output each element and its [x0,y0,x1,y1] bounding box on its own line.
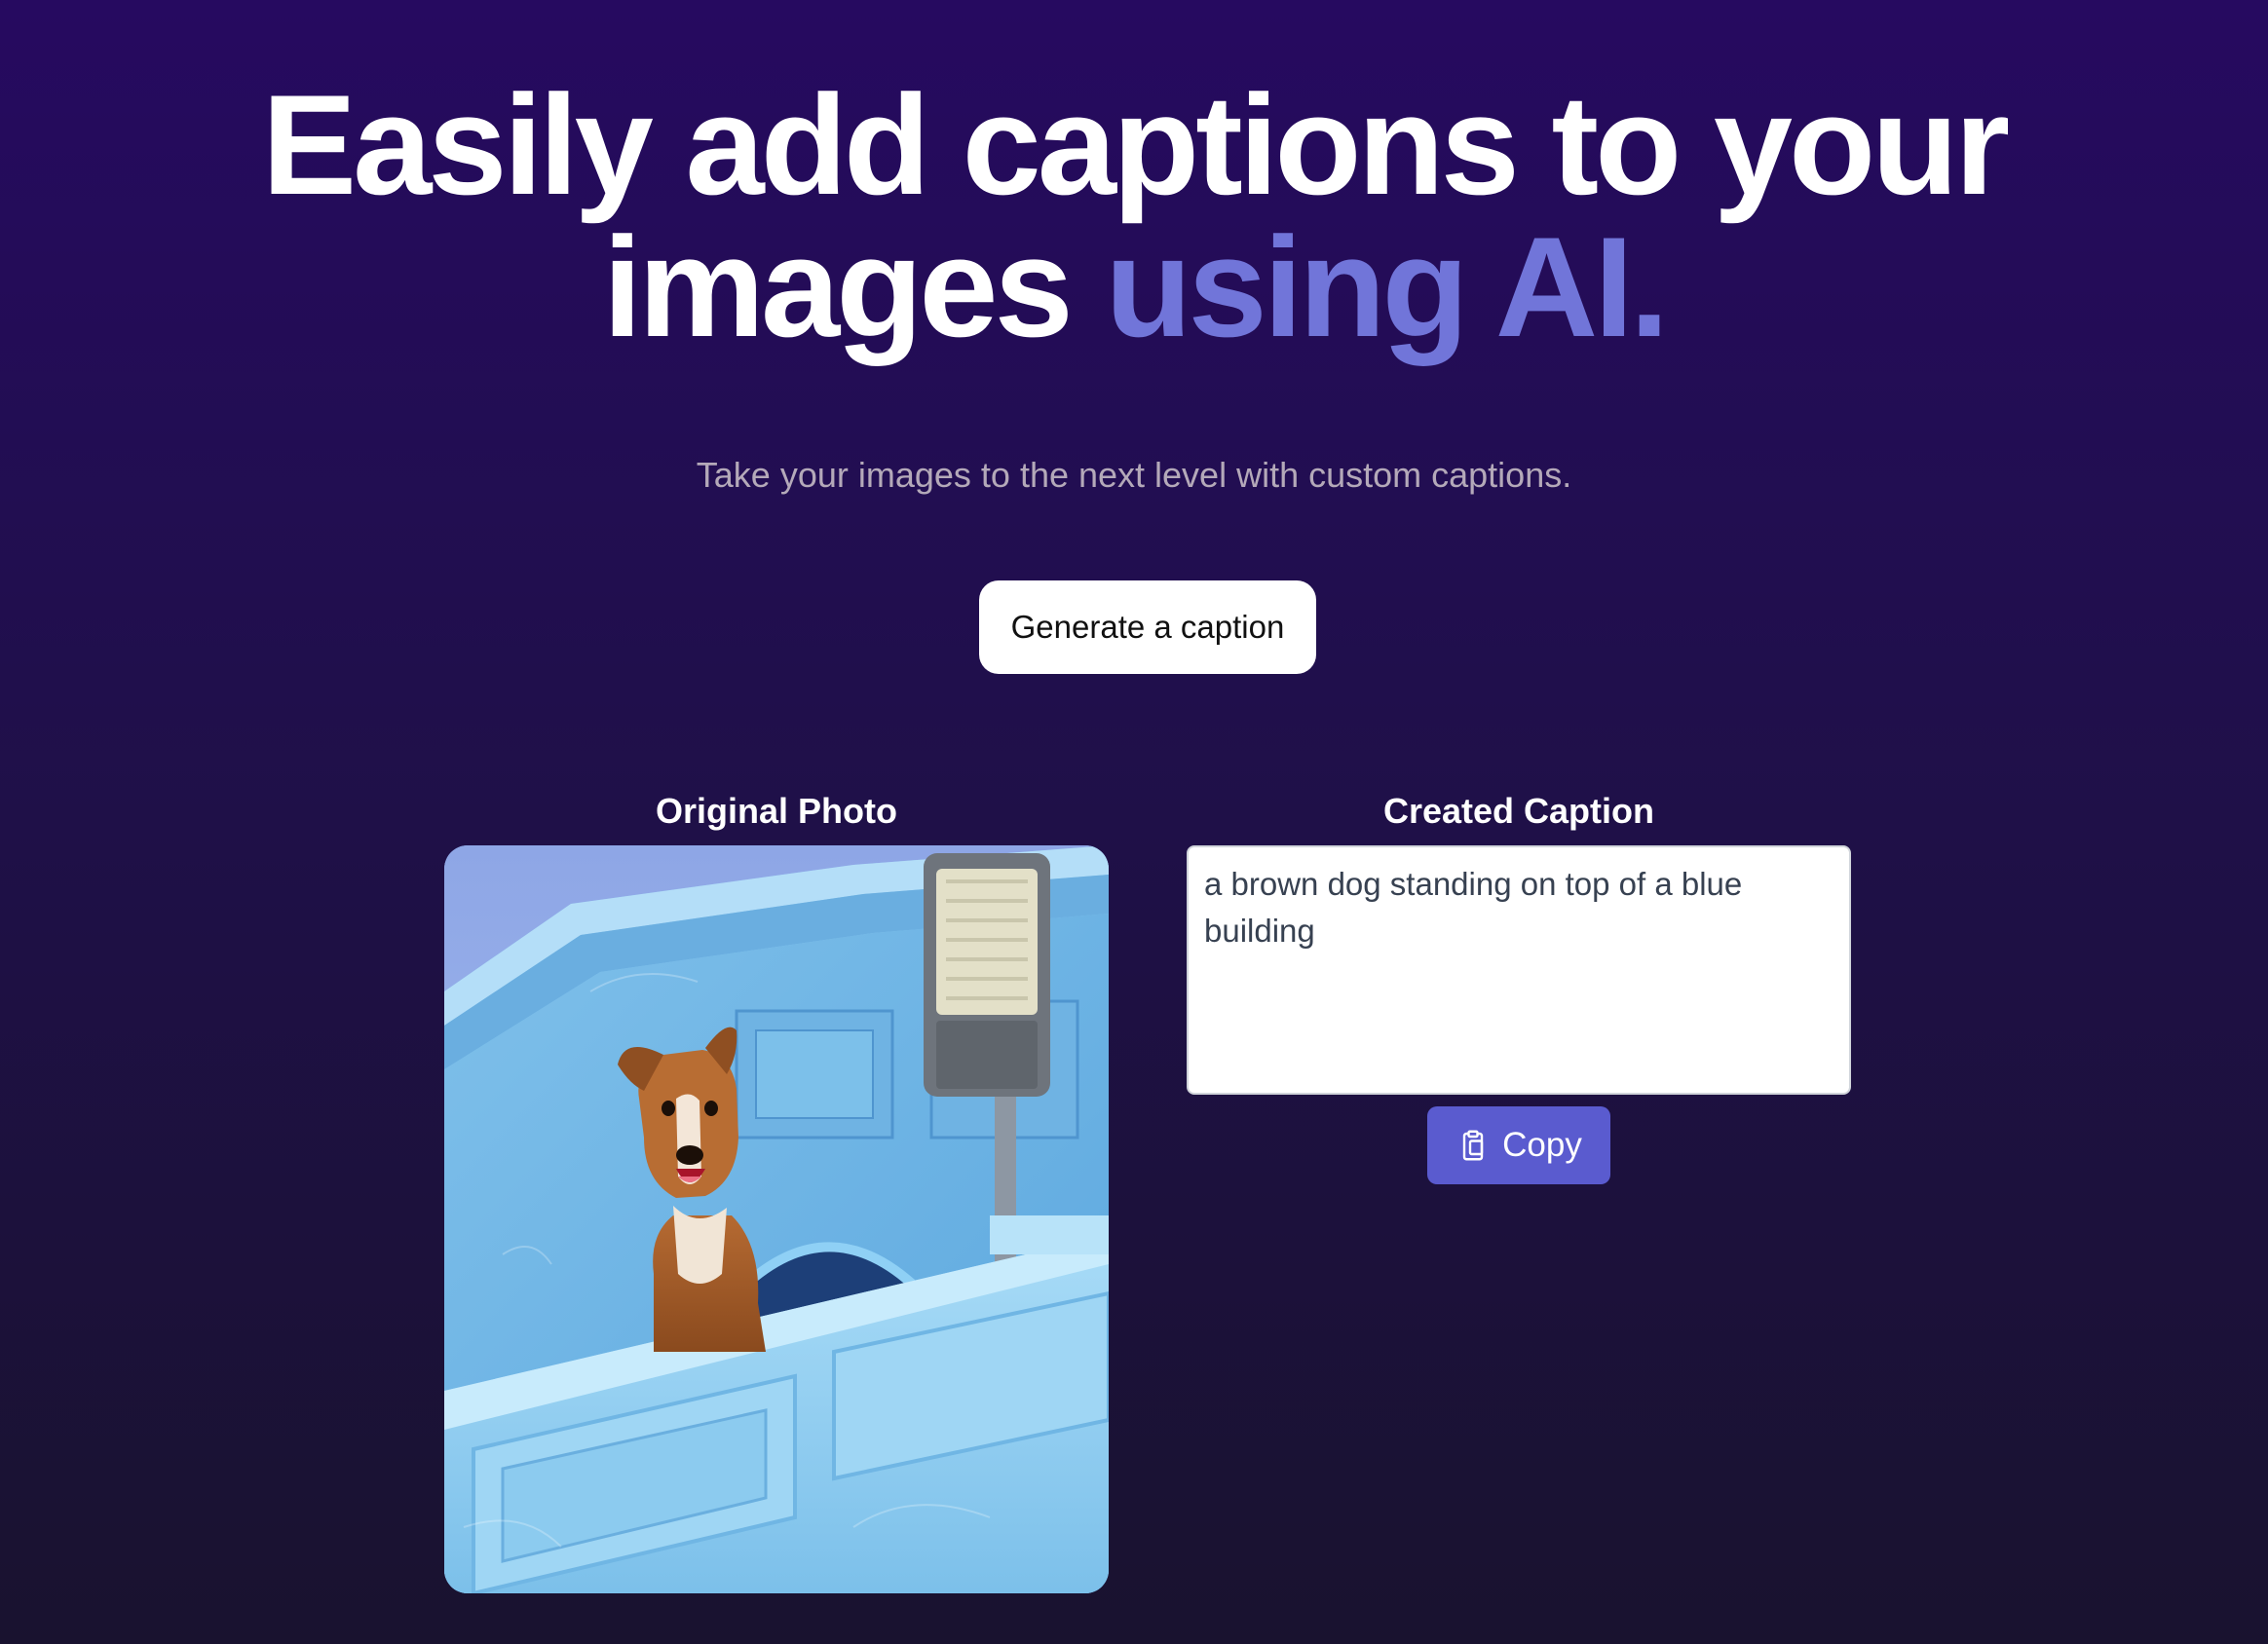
dog-on-building-image [444,845,1109,1593]
original-photo [444,845,1109,1593]
hero-title-line-1: Easily add captions to your [261,65,2010,224]
clipboard-copy-icon [1455,1128,1491,1163]
hero-title-line-2: images using AI. [0,216,2268,358]
hero-title: Easily add captions to your images using… [0,74,2268,358]
hero-subtitle: Take your images to the next level with … [696,455,1572,495]
created-caption-heading: Created Caption [1382,791,1655,831]
hero-title-plain: images [602,207,1106,366]
copy-button-label: Copy [1502,1126,1582,1164]
hero-title-accent: using AI. [1105,207,1669,366]
copy-button[interactable]: Copy [1427,1106,1610,1184]
generate-caption-button[interactable]: Generate a caption [979,580,1316,674]
caption-textarea[interactable]: a brown dog standing on top of a blue bu… [1187,845,1851,1095]
original-photo-heading: Original Photo [656,791,897,831]
